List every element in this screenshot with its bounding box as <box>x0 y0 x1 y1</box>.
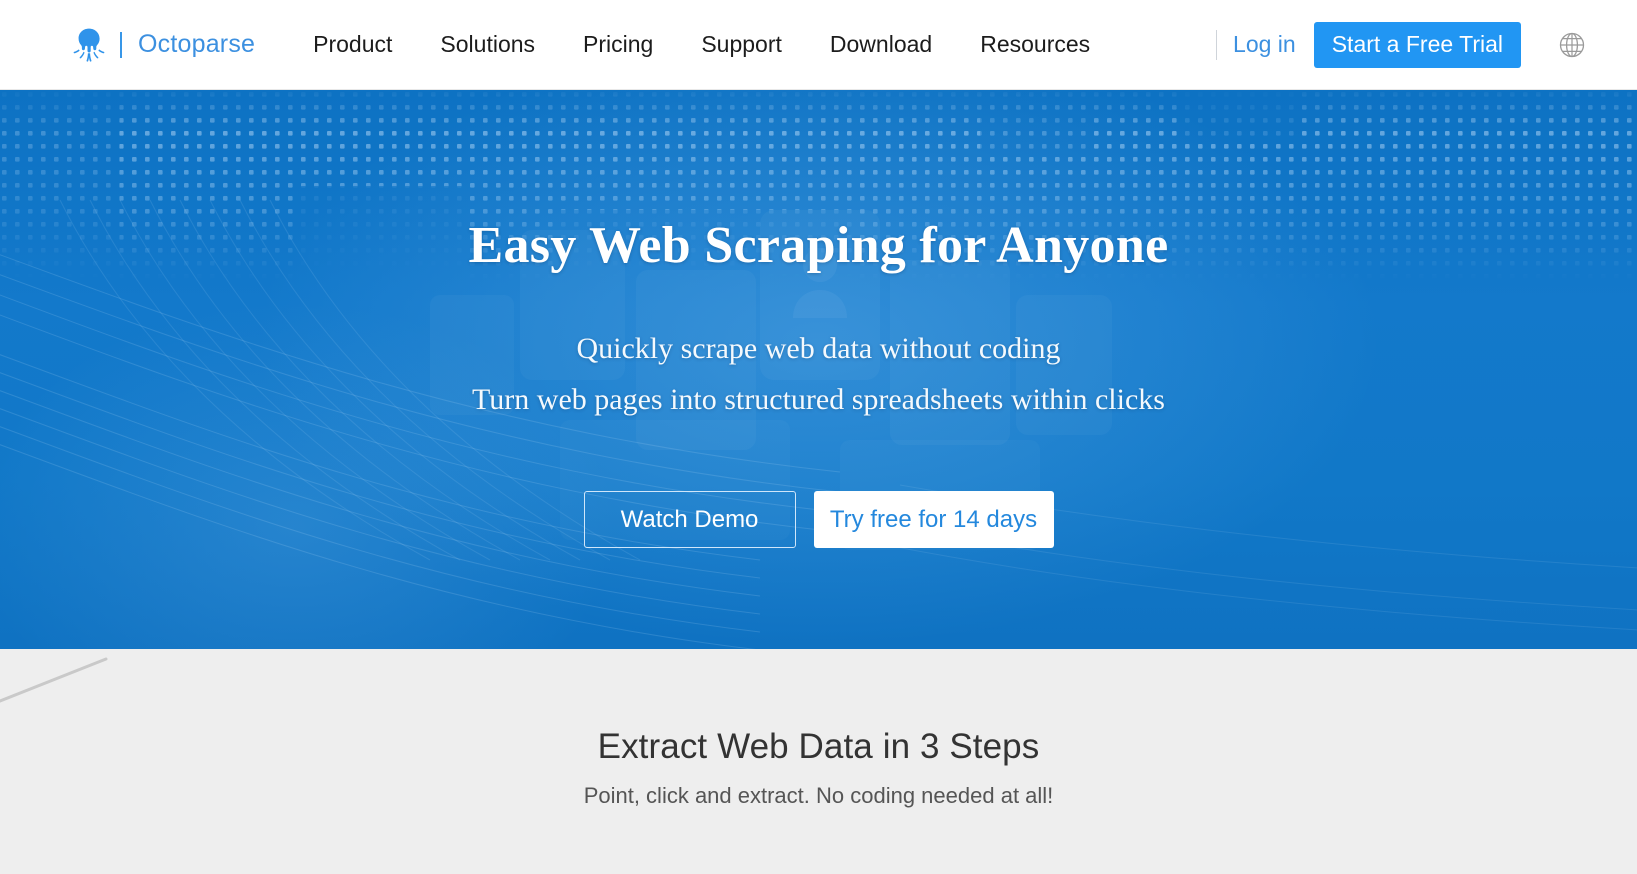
start-free-trial-button[interactable]: Start a Free Trial <box>1313 21 1521 68</box>
hero-title: Easy Web Scraping for Anyone <box>468 217 1169 274</box>
brand-logo[interactable]: Octoparse <box>72 27 255 63</box>
steps-subtitle: Point, click and extract. No coding need… <box>583 783 1054 808</box>
octopus-logo-icon <box>73 28 105 62</box>
hero-content: Easy Web Scraping for Anyone Quickly scr… <box>0 90 1637 649</box>
steps-section: Extract Web Data in 3 Steps Point, click… <box>0 649 1637 874</box>
nav-item-pricing[interactable]: Pricing <box>559 31 677 58</box>
hero-subtitle-line-1: Quickly scrape web data without coding <box>576 332 1061 365</box>
hero-section: Easy Web Scraping for Anyone Quickly scr… <box>0 90 1637 649</box>
language-selector[interactable] <box>1555 28 1589 62</box>
brand-divider <box>120 31 122 58</box>
watch-demo-button[interactable]: Watch Demo <box>583 491 796 549</box>
brand-name: Octoparse <box>138 30 256 58</box>
try-free-button[interactable]: Try free for 14 days <box>813 491 1054 549</box>
hero-subtitle-line-2: Turn web pages into structured spreadshe… <box>472 382 1165 416</box>
hero-cta-group: Watch Demo Try free for 14 days <box>583 491 1054 549</box>
login-link[interactable]: Log in <box>1233 31 1296 58</box>
nav-item-solutions[interactable]: Solutions <box>416 31 559 58</box>
steps-title: Extract Web Data in 3 Steps <box>597 727 1040 766</box>
nav-item-resources[interactable]: Resources <box>956 31 1114 58</box>
header-actions: Log in Start a Free Trial <box>1216 21 1589 68</box>
steps-content: Extract Web Data in 3 Steps Point, click… <box>0 649 1637 809</box>
nav-item-support[interactable]: Support <box>677 31 806 58</box>
header-divider <box>1216 29 1218 60</box>
main-navigation: Product Solutions Pricing Support Downlo… <box>289 31 1114 58</box>
nav-item-product[interactable]: Product <box>289 31 416 58</box>
site-header: Octoparse Product Solutions Pricing Supp… <box>0 0 1637 90</box>
globe-icon <box>1559 32 1585 57</box>
nav-item-download[interactable]: Download <box>806 31 956 58</box>
